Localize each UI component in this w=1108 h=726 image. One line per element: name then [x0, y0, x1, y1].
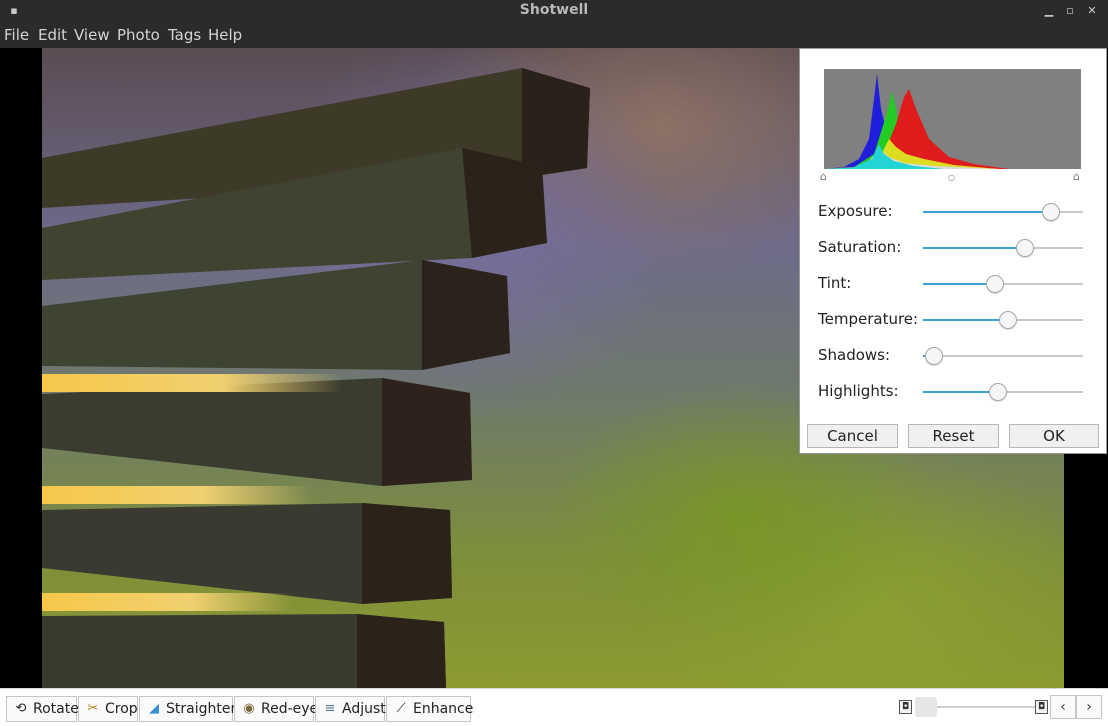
- red-eye-button[interactable]: ◉ Red-eye: [234, 696, 318, 722]
- slider-knob[interactable]: [1042, 203, 1060, 221]
- red-eye-icon: ◉: [243, 701, 255, 716]
- chevron-right-icon: ›: [1086, 699, 1092, 715]
- shadows-slider[interactable]: [923, 347, 1083, 365]
- slider-knob[interactable]: [925, 347, 943, 365]
- zoom-slider-thumb[interactable]: [915, 697, 937, 717]
- saturation-slider[interactable]: [923, 239, 1083, 257]
- slider-fill: [923, 283, 995, 285]
- reset-button[interactable]: Reset: [908, 424, 999, 448]
- saturation-label: Saturation:: [818, 238, 902, 256]
- shadows-row: Shadows:: [818, 344, 1086, 368]
- rotate-label: Rotate: [33, 701, 79, 717]
- straighten-label: Straighten: [166, 701, 240, 717]
- menu-tags[interactable]: Tags: [168, 26, 201, 44]
- histogram-mid-handle[interactable]: ○: [948, 173, 955, 182]
- maximize-icon[interactable]: ▫: [1063, 4, 1077, 18]
- tint-label: Tint:: [818, 274, 852, 292]
- slider-knob[interactable]: [986, 275, 1004, 293]
- straighten-icon: ◢: [149, 701, 159, 716]
- enhance-icon: ⟋: [396, 701, 406, 716]
- zoom-in-icon[interactable]: ◘: [1035, 700, 1048, 714]
- adjust-panel: ⌂ ○ ⌂ Exposure: Saturation: Tint: Temper…: [799, 48, 1107, 454]
- tint-row: Tint:: [818, 272, 1086, 296]
- red-eye-label: Red-eye: [261, 701, 319, 717]
- exposure-row: Exposure:: [818, 200, 1086, 224]
- temperature-slider[interactable]: [923, 311, 1083, 329]
- highlights-row: Highlights:: [818, 380, 1086, 404]
- slider-fill: [923, 247, 1025, 249]
- histogram: [824, 69, 1081, 169]
- menu-help[interactable]: Help: [208, 26, 242, 44]
- cancel-button[interactable]: Cancel: [807, 424, 898, 448]
- menu-view[interactable]: View: [74, 26, 110, 44]
- menu-photo[interactable]: Photo: [117, 26, 160, 44]
- crop-icon: ✂: [87, 701, 99, 716]
- temperature-row: Temperature:: [818, 308, 1086, 332]
- temperature-label: Temperature:: [818, 310, 919, 328]
- slider-fill: [923, 391, 998, 393]
- zoom-out-icon[interactable]: ◘: [899, 700, 912, 714]
- menu-edit[interactable]: Edit: [38, 26, 67, 44]
- light-streak: [42, 486, 312, 504]
- highlights-slider[interactable]: [923, 383, 1083, 401]
- light-streak: [42, 374, 342, 392]
- ok-button[interactable]: OK: [1009, 424, 1099, 448]
- crop-label: Crop: [105, 701, 138, 717]
- slider-knob[interactable]: [999, 311, 1017, 329]
- exposure-slider[interactable]: [923, 203, 1083, 221]
- light-streak: [42, 593, 292, 611]
- histogram-right-handle[interactable]: ⌂: [1073, 170, 1080, 183]
- histogram-left-handle[interactable]: ⌂: [820, 170, 827, 183]
- saturation-row: Saturation:: [818, 236, 1086, 260]
- rotate-button[interactable]: ⟲ Rotate: [6, 696, 79, 722]
- window-title: Shotwell: [519, 2, 589, 18]
- adjust-label: Adjust: [342, 701, 386, 717]
- slider-fill: [923, 211, 1051, 213]
- crop-button[interactable]: ✂ Crop: [78, 696, 138, 722]
- adjust-button[interactable]: ≡ Adjust: [315, 696, 386, 722]
- menu-bar: File Edit View Photo Tags Help: [0, 22, 1108, 48]
- rotate-icon: ⟲: [15, 701, 27, 716]
- slider-knob[interactable]: [1016, 239, 1034, 257]
- previous-photo-button[interactable]: ‹: [1050, 695, 1076, 719]
- slider-fill: [923, 319, 1008, 321]
- enhance-label: Enhance: [413, 701, 474, 717]
- shadows-label: Shadows:: [818, 346, 891, 364]
- adjust-icon: ≡: [324, 701, 336, 716]
- enhance-button[interactable]: ⟋ Enhance: [386, 696, 474, 722]
- close-icon[interactable]: ✕: [1085, 4, 1099, 18]
- chevron-left-icon: ‹: [1060, 699, 1066, 715]
- slider-knob[interactable]: [989, 383, 1007, 401]
- title-bar: ▪ Shotwell ▁ ▫ ✕: [0, 0, 1108, 22]
- menu-file[interactable]: File: [4, 26, 29, 44]
- highlights-label: Highlights:: [818, 382, 899, 400]
- minimize-icon[interactable]: ▁: [1042, 4, 1056, 18]
- next-photo-button[interactable]: ›: [1076, 695, 1102, 719]
- histogram-graph: [824, 74, 1009, 169]
- straighten-button[interactable]: ◢ Straighten: [139, 696, 239, 722]
- tint-slider[interactable]: [923, 275, 1083, 293]
- exposure-label: Exposure:: [818, 202, 893, 220]
